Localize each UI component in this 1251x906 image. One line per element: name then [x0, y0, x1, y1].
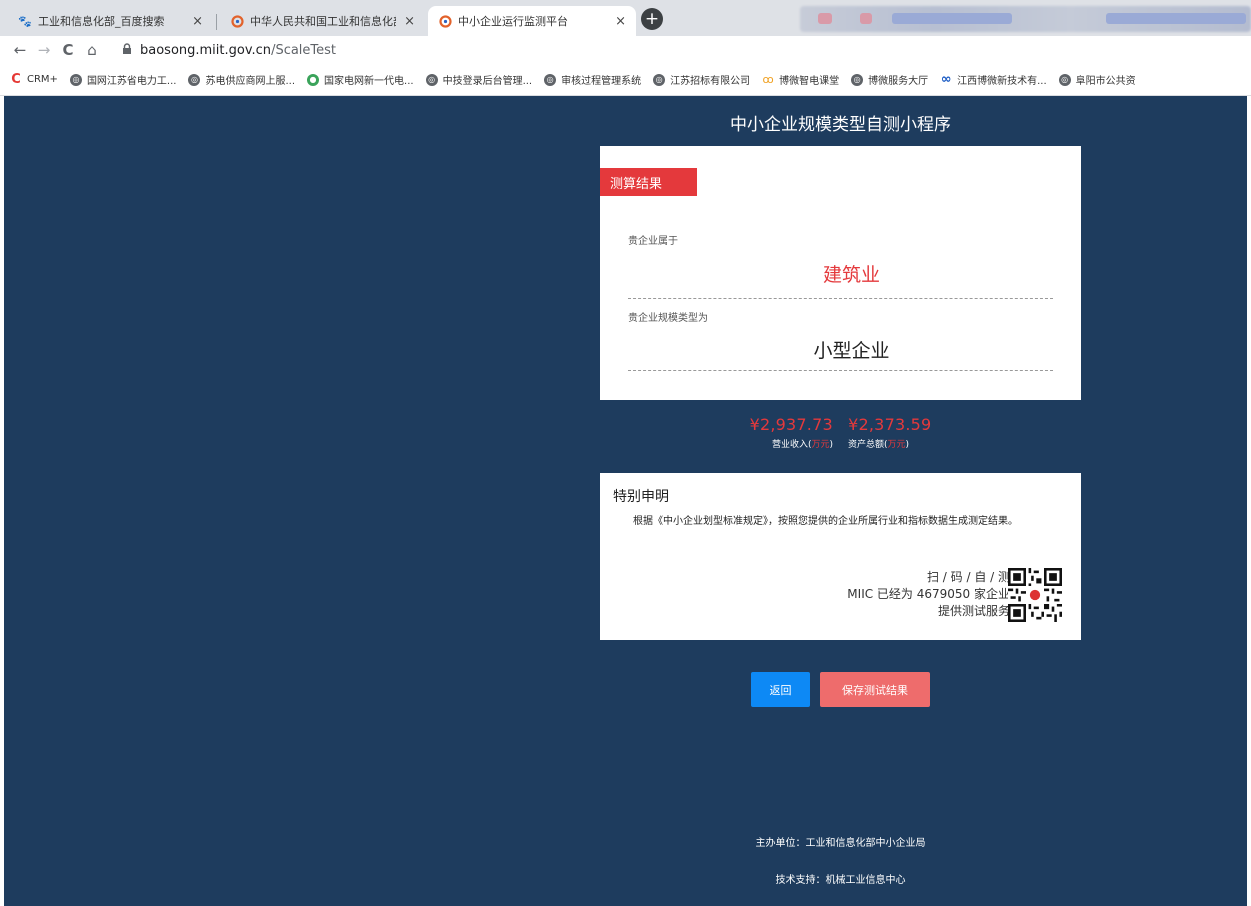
- url-field[interactable]: baosong.miit.gov.cn/ScaleTest: [140, 43, 336, 58]
- caption-text: 资产总额: [847, 440, 884, 450]
- bookmark-item[interactable]: ● 国家电网新一代电...: [307, 72, 414, 87]
- close-tab-icon[interactable]: ×: [192, 14, 203, 29]
- industry-label: 贵企业属于: [628, 236, 678, 247]
- result-tag: 测算结果: [600, 168, 697, 196]
- lock-icon: [122, 43, 132, 57]
- scan-info: 扫 / 码 / 自 / 测 MIIC 已经为 4679050 家企业 提供测试服…: [847, 569, 1010, 620]
- bookmarks-bar: C CRM+ ◎ 国网江苏省电力工... ◎ 苏电供应商网上服... ● 国家电网新一代…: [0, 64, 1251, 96]
- assets-value: ¥2,373.59: [848, 415, 932, 434]
- unit-text: 万元: [887, 440, 906, 450]
- bookmark-item[interactable]: ◎ 国网江苏省电力工...: [69, 72, 177, 87]
- page-content: 中小企业规模类型自测小程序 测算结果 贵企业属于 建筑业 贵企业规模类型为 小型…: [4, 96, 1247, 906]
- home-icon[interactable]: ⌂: [80, 41, 104, 59]
- bookmark-item[interactable]: ◎ 江苏招标有限公司: [653, 72, 750, 87]
- bookmark-item[interactable]: ◎ 中技登录后台管理...: [425, 72, 533, 87]
- financial-summary: ¥2,937.73 ¥2,373.59 营业收入(万元) 资产总额(万元): [600, 415, 1081, 450]
- scale-value: 小型企业: [813, 340, 890, 362]
- globe-icon: ◎: [851, 73, 864, 86]
- unit-text: 万元: [811, 440, 830, 450]
- close-tab-icon[interactable]: ×: [615, 14, 626, 29]
- globe-icon: ◎: [188, 73, 201, 86]
- blurred-icon: [860, 13, 872, 24]
- industry-value: 建筑业: [822, 264, 880, 286]
- miit-logo-icon: [438, 14, 452, 28]
- back-button[interactable]: 返回: [751, 672, 810, 707]
- url-host: baosong.miit.gov.cn: [140, 42, 272, 58]
- bookmark-item[interactable]: ꝏ 博微智电课堂: [762, 72, 840, 87]
- bookmark-label: 阜阳市公共资: [1075, 76, 1136, 87]
- revenue-value: ¥2,937.73: [749, 415, 833, 434]
- bookmark-item[interactable]: ∞ 江西博微新技术有...: [940, 72, 1047, 87]
- bookmark-item[interactable]: ◎ 苏电供应商网上服...: [188, 72, 295, 87]
- save-result-button[interactable]: 保存测试结果: [820, 672, 930, 707]
- browser-tab-strip: 🐾 工业和信息化部_百度搜索 × 中华人民共和国工业和信息化部 × 中小企业运行…: [0, 0, 1251, 36]
- globe-icon: ◎: [1058, 73, 1071, 86]
- infinity-icon: ∞: [940, 72, 952, 87]
- result-card: 测算结果 贵企业属于 建筑业 贵企业规模类型为 小型企业: [600, 146, 1081, 400]
- forward-arrow-icon[interactable]: →: [32, 41, 56, 59]
- tab-title: 中华人民共和国工业和信息化部: [250, 15, 397, 28]
- caption-text: 营业收入: [772, 440, 809, 450]
- blurred-icon: [818, 13, 832, 24]
- bookmark-label: 苏电供应商网上服...: [205, 76, 296, 87]
- assets-caption: 资产总额(万元): [847, 440, 909, 450]
- bookmark-label: 国网江苏省电力工...: [86, 76, 177, 87]
- scan-line: MIIC 已经为 4679050 家企业: [847, 587, 1010, 601]
- back-arrow-icon[interactable]: ←: [8, 41, 32, 59]
- footer-support: 技术支持：机械工业信息中心: [775, 875, 906, 886]
- close-tab-icon[interactable]: ×: [404, 14, 415, 29]
- globe-icon: ◎: [653, 73, 666, 86]
- qr-code-icon: [1008, 568, 1062, 622]
- bookmark-label: 江苏招标有限公司: [670, 76, 751, 87]
- divider: [628, 370, 1053, 371]
- bookmark-label: 江西博微新技术有...: [957, 76, 1047, 87]
- scan-line: 扫 / 码 / 自 / 测: [926, 570, 1010, 584]
- scan-line: 提供测试服务: [937, 604, 1010, 618]
- scale-label: 贵企业规模类型为: [628, 313, 708, 324]
- bookmark-label: 博微服务大厅: [868, 76, 929, 87]
- bookmark-label: 审核过程管理系统: [561, 76, 642, 87]
- address-toolbar: ← → C ⌂ baosong.miit.gov.cn/ScaleTest: [0, 36, 1251, 64]
- globe-icon: ◎: [544, 73, 557, 86]
- revenue-caption: 营业收入(万元): [772, 440, 834, 450]
- tab-miit[interactable]: 中华人民共和国工业和信息化部 ×: [220, 6, 425, 36]
- crm-icon: C: [11, 72, 21, 87]
- tab-sme-platform[interactable]: 中小企业运行监测平台 ×: [428, 6, 636, 36]
- baidu-paw-icon: 🐾: [18, 14, 32, 28]
- declaration-card: 特别申明 根据《中小企业划型标准规定》，按照您提供的企业所属行业和指标数据生成测…: [600, 473, 1081, 640]
- new-tab-button[interactable]: +: [641, 8, 663, 30]
- tab-title: 中小企业运行监测平台: [458, 15, 568, 28]
- tab-title: 工业和信息化部_百度搜索: [38, 15, 165, 28]
- url-path: /ScaleTest: [271, 42, 337, 58]
- earth-icon: ●: [307, 73, 320, 86]
- bookmark-label: CRM+: [27, 74, 58, 85]
- declaration-text: 根据《中小企业划型标准规定》，按照您提供的企业所属行业和指标数据生成测定结果。: [633, 516, 1018, 527]
- bookmark-item[interactable]: ◎ 阜阳市公共资: [1058, 72, 1136, 87]
- bowei-icon: ꝏ: [762, 73, 774, 86]
- bookmark-label: 博微智电课堂: [779, 76, 840, 87]
- tab-baidu-search[interactable]: 🐾 工业和信息化部_百度搜索 ×: [8, 6, 213, 36]
- miit-logo-icon: [230, 14, 244, 28]
- page-title: 中小企业规模类型自测小程序: [730, 115, 951, 135]
- bookmark-label: 中技登录后台管理...: [442, 76, 533, 87]
- reload-icon[interactable]: C: [56, 41, 80, 59]
- footer-sponsor: 主办单位：工业和信息化部中小企业局: [755, 838, 926, 849]
- globe-icon: ◎: [69, 73, 82, 86]
- bookmark-label: 国家电网新一代电...: [324, 76, 414, 87]
- blurred-window-title: [892, 13, 1012, 24]
- bookmark-item[interactable]: ◎ 博微服务大厅: [851, 72, 928, 87]
- bookmark-item[interactable]: ◎ 审核过程管理系统: [544, 72, 641, 87]
- divider: [628, 298, 1053, 299]
- blurred-window-title: [1106, 13, 1246, 24]
- tab-separator: [216, 14, 217, 30]
- bookmark-crm[interactable]: C CRM+: [10, 72, 58, 87]
- declaration-title: 特别申明: [613, 489, 669, 505]
- globe-icon: ◎: [425, 73, 438, 86]
